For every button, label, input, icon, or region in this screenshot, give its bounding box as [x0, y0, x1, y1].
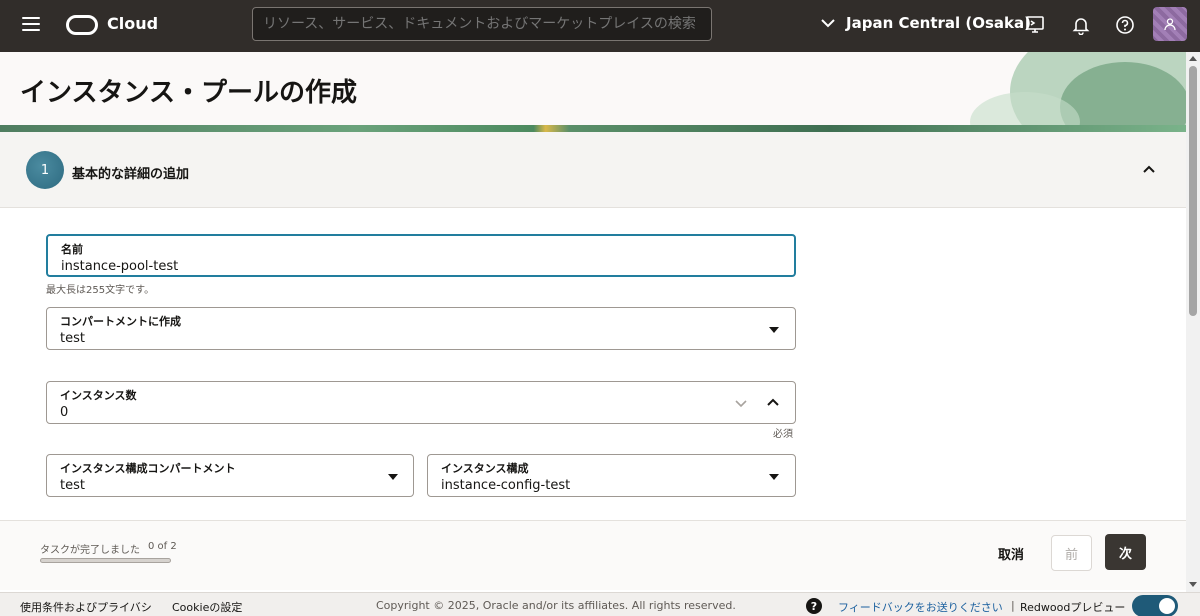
redwood-preview-label: Redwoodプレビュー: [1020, 601, 1126, 614]
step-number-badge: 1: [26, 151, 64, 189]
terms-privacy-link[interactable]: 使用条件およびプライバシ: [20, 599, 152, 615]
bell-icon[interactable]: [1070, 14, 1092, 36]
redwood-preview-toggle[interactable]: [1132, 595, 1178, 616]
instance-config-select[interactable]: インスタンス構成 instance-config-test: [427, 454, 796, 497]
chevron-down-icon: [821, 19, 835, 28]
cookie-settings-link[interactable]: Cookieの設定: [172, 599, 242, 615]
instance-count-value[interactable]: 0: [60, 405, 68, 420]
region-selector[interactable]: Japan Central (Osaka): [820, 14, 1031, 32]
instance-config-compartment-select[interactable]: インスタンス構成コンパートメント test: [46, 454, 414, 497]
next-button[interactable]: 次: [1105, 534, 1146, 570]
user-avatar[interactable]: [1153, 7, 1187, 41]
caret-down-icon[interactable]: [769, 327, 779, 333]
compartment-label: コンパートメントに作成: [60, 315, 181, 328]
instance-config-compartment-value: test: [60, 478, 85, 493]
top-navigation-bar: Cloud Japan Central (Osaka): [0, 0, 1200, 52]
feedback-help-icon[interactable]: ?: [806, 598, 822, 614]
compartment-value: test: [60, 331, 85, 346]
name-helper-text: 最大長は255文字です。: [46, 285, 155, 296]
instance-config-label: インスタンス構成: [441, 462, 529, 475]
compartment-select[interactable]: コンパートメントに作成 test: [46, 307, 796, 350]
footer-separator: |: [1011, 599, 1015, 612]
feedback-link[interactable]: フィードバックをお送りください: [838, 599, 1003, 615]
scroll-down-arrow[interactable]: [1189, 582, 1197, 587]
increment-chevron-up-icon[interactable]: [766, 395, 780, 409]
scroll-up-arrow[interactable]: [1189, 56, 1197, 61]
name-field[interactable]: 名前 instance-pool-test: [46, 234, 796, 277]
scroll-thumb[interactable]: [1189, 66, 1197, 316]
wizard-footer: タスクが完了しました 0 of 2 取消 前 次: [0, 520, 1186, 590]
progress-label: タスクが完了しました: [40, 545, 140, 556]
copyright-text: Copyright © 2025, Oracle and/or its affi…: [376, 599, 736, 612]
global-footer: 使用条件およびプライバシ Cookieの設定 Copyright © 2025,…: [0, 592, 1200, 616]
decrement-chevron-down-icon[interactable]: [734, 396, 748, 410]
oracle-logo-icon[interactable]: [66, 15, 98, 35]
instance-count-label: インスタンス数: [60, 389, 137, 402]
hamburger-icon[interactable]: [22, 17, 40, 31]
instance-config-compartment-label: インスタンス構成コンパートメント: [60, 462, 236, 475]
step-header[interactable]: 1 基本的な詳細の追加: [0, 132, 1186, 208]
vertical-scrollbar[interactable]: [1186, 52, 1200, 592]
cancel-button[interactable]: 取消: [988, 535, 1034, 571]
previous-button[interactable]: 前: [1051, 535, 1092, 571]
cloud-shell-icon[interactable]: [1024, 14, 1046, 36]
progress-count: 0 of 2: [148, 541, 177, 552]
page-header-banner: インスタンス・プールの作成: [0, 52, 1186, 132]
user-icon: [1164, 18, 1176, 31]
instance-count-required-text: 必須: [773, 429, 793, 440]
chevron-up-icon[interactable]: [1140, 160, 1158, 178]
help-icon[interactable]: [1114, 14, 1136, 36]
caret-down-icon[interactable]: [388, 474, 398, 480]
page-title: インスタンス・プールの作成: [20, 78, 357, 108]
progress-bar: [40, 558, 171, 563]
region-label: Japan Central (Osaka): [846, 14, 1031, 32]
brand-name[interactable]: Cloud: [107, 14, 158, 33]
step-title: 基本的な詳細の追加: [72, 167, 190, 182]
name-value[interactable]: instance-pool-test: [61, 259, 178, 274]
name-label: 名前: [61, 243, 83, 256]
instance-config-value: instance-config-test: [441, 478, 571, 493]
caret-down-icon[interactable]: [769, 474, 779, 480]
toggle-knob: [1159, 598, 1175, 614]
instance-count-stepper[interactable]: インスタンス数 0: [46, 381, 796, 424]
search-input[interactable]: [252, 7, 712, 41]
banner-strip: [0, 125, 1186, 132]
